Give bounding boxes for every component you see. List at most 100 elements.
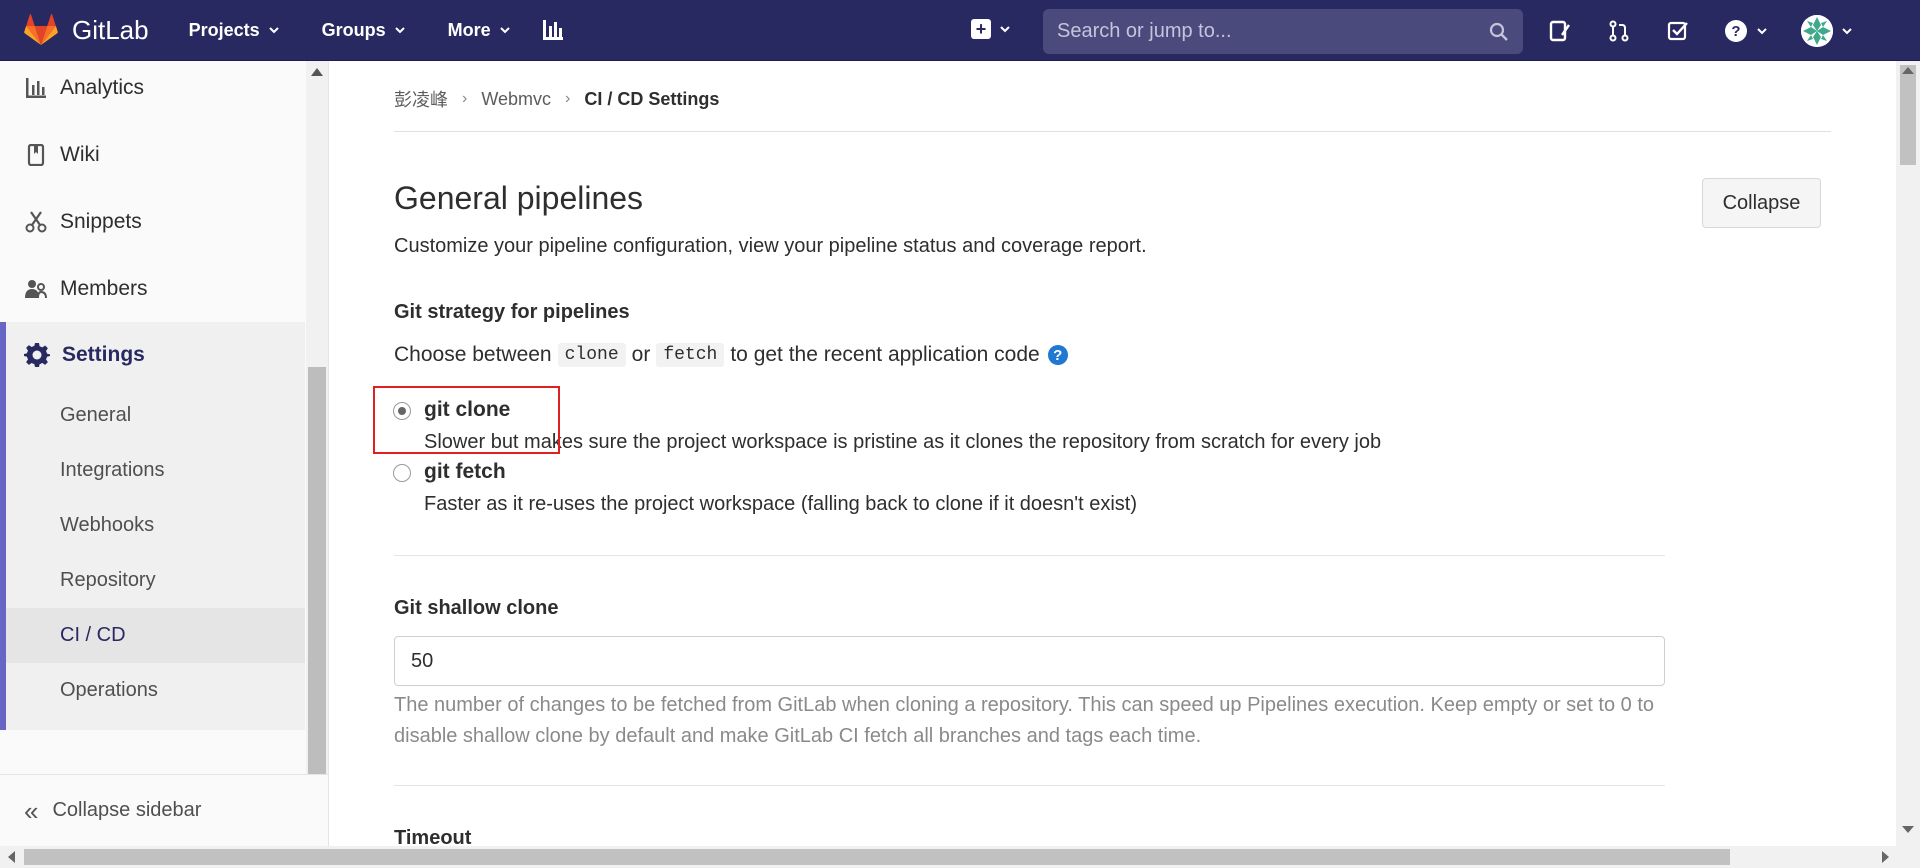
top-navbar: GitLab Projects Groups More + Search or …	[0, 0, 1920, 61]
git-fetch-description: Faster as it re-uses the project workspa…	[424, 493, 1138, 515]
user-menu[interactable]	[1799, 15, 1855, 47]
scissors-icon	[24, 210, 48, 234]
navbar-right-icons: ?	[1545, 15, 1855, 47]
collapse-sidebar-button[interactable]: « Collapse sidebar	[0, 774, 328, 846]
scroll-right-arrow-icon[interactable]	[1882, 851, 1889, 863]
git-fetch-radio[interactable]	[393, 464, 411, 482]
git-fetch-title[interactable]: git fetch	[424, 460, 506, 484]
sidebar-item-members[interactable]: Members	[0, 256, 305, 322]
activity-chart-button[interactable]	[541, 18, 565, 42]
breadcrumb-divider	[394, 131, 1831, 132]
sidebar-sub-integrations[interactable]: Integrations	[6, 443, 305, 498]
breadcrumb-project[interactable]: Webmvc	[481, 89, 551, 110]
chevron-right-icon: ›	[462, 90, 468, 107]
git-clone-description: Slower but makes sure the project worksp…	[424, 431, 1382, 453]
merge-request-icon	[1609, 20, 1629, 42]
nav-projects-label: Projects	[188, 19, 260, 40]
section-title: General pipelines	[394, 180, 644, 216]
chevron-down-icon	[499, 27, 510, 34]
sidebar-sub-label: Integrations	[60, 459, 165, 481]
book-icon	[24, 143, 48, 167]
nav-projects[interactable]: Projects	[189, 20, 280, 41]
scroll-down-arrow-icon[interactable]	[1902, 826, 1914, 833]
scroll-up-arrow-icon[interactable]	[1902, 67, 1914, 74]
chevron-down-icon	[394, 27, 405, 34]
sidebar-item-snippets[interactable]: Snippets	[0, 189, 305, 255]
sidebar-sub-webhooks[interactable]: Webhooks	[6, 498, 305, 553]
page-horizontal-scrollbar-thumb[interactable]	[24, 849, 1730, 865]
git-clone-title[interactable]: git clone	[424, 398, 510, 422]
sidebar-sub-label: Repository	[60, 569, 156, 591]
breadcrumb-user[interactable]: 彭凌峰	[394, 86, 448, 112]
sidebar-item-settings[interactable]: Settings	[0, 322, 305, 388]
members-icon	[24, 277, 48, 301]
gitlab-logo[interactable]: GitLab	[24, 14, 149, 46]
choose-prefix: Choose between	[394, 343, 552, 366]
shallow-clone-help: The number of changes to be fetched from…	[394, 694, 1654, 747]
shallow-clone-label: Git shallow clone	[394, 597, 559, 619]
issues-icon	[1549, 20, 1570, 42]
sidebar-scroll-up-icon[interactable]	[311, 68, 323, 76]
todo-check-icon	[1667, 21, 1688, 41]
analytics-icon	[24, 76, 48, 100]
new-item-dropdown[interactable]: +	[971, 19, 1011, 39]
double-chevron-left-icon: «	[24, 795, 39, 826]
nav-groups[interactable]: Groups	[322, 20, 406, 41]
sidebar-item-label: Wiki	[60, 143, 100, 166]
sidebar-item-analytics[interactable]: Analytics	[0, 55, 305, 121]
help-dropdown[interactable]: ?	[1722, 16, 1770, 46]
git-clone-radio[interactable]	[393, 402, 411, 420]
sidebar-item-label: Analytics	[60, 76, 145, 99]
identicon-icon	[1801, 15, 1833, 47]
plus-square-icon: +	[971, 19, 991, 39]
search-input[interactable]	[1057, 20, 1489, 43]
sidebar-sub-label: CI / CD	[60, 624, 126, 646]
radio-selected-dot	[398, 407, 406, 415]
sidebar-sub-ci-cd[interactable]: CI / CD	[6, 608, 305, 663]
divider	[394, 785, 1665, 786]
collapse-sidebar-label: Collapse sidebar	[52, 799, 202, 821]
section-subtitle: Customize your pipeline configuration, v…	[394, 235, 1147, 257]
chevron-down-icon	[1757, 28, 1767, 35]
sidebar-item-label: Snippets	[60, 210, 142, 233]
page-horizontal-scrollbar[interactable]	[0, 846, 1920, 868]
code-fetch: fetch	[656, 343, 725, 367]
page-vertical-scrollbar[interactable]	[1896, 61, 1920, 846]
brand-name: GitLab	[72, 14, 149, 45]
breadcrumb: 彭凌峰 › Webmvc › CI / CD Settings	[394, 86, 719, 112]
nav-more-label: More	[447, 19, 491, 40]
breadcrumb-current[interactable]: CI / CD Settings	[584, 89, 719, 110]
sidebar-item-wiki[interactable]: Wiki	[0, 122, 305, 188]
git-strategy-label: Git strategy for pipelines	[394, 301, 630, 323]
sidebar-settings-label: Settings	[62, 343, 145, 366]
sidebar-sub-label: Webhooks	[60, 514, 155, 536]
avatar	[1801, 15, 1833, 47]
page-vertical-scrollbar-thumb[interactable]	[1900, 65, 1916, 165]
gitlab-fox-icon	[24, 14, 58, 46]
issues-button[interactable]	[1545, 16, 1575, 46]
merge-requests-button[interactable]	[1604, 16, 1634, 46]
scroll-left-arrow-icon[interactable]	[8, 851, 15, 863]
shallow-clone-input[interactable]	[394, 636, 1665, 686]
sidebar-scrollbar-thumb[interactable]	[308, 367, 326, 775]
sidebar-sub-label: General	[60, 404, 132, 426]
git-strategy-help-text: Choose between clone or fetch to get the…	[394, 343, 1068, 367]
sidebar-sub-operations[interactable]: Operations	[6, 663, 305, 718]
svg-text:?: ?	[1731, 23, 1740, 40]
chevron-down-icon	[1000, 26, 1010, 33]
search-box[interactable]	[1043, 9, 1523, 54]
chevron-down-icon	[268, 27, 279, 34]
sidebar-sub-label: Operations	[60, 679, 158, 701]
sidebar-sub-repository[interactable]: Repository	[6, 553, 305, 608]
choose-suffix: to get the recent application code	[730, 343, 1040, 366]
or-text: or	[631, 343, 651, 366]
nav-more[interactable]: More	[448, 20, 511, 41]
bar-chart-icon	[542, 20, 563, 40]
search-icon	[1489, 22, 1508, 41]
divider	[394, 555, 1665, 556]
sidebar-sub-general[interactable]: General	[6, 388, 305, 443]
todos-button[interactable]	[1663, 16, 1693, 46]
collapse-button[interactable]: Collapse	[1702, 178, 1821, 228]
question-circle-icon[interactable]: ?	[1047, 345, 1068, 365]
sidebar-item-label: Members	[60, 277, 148, 300]
